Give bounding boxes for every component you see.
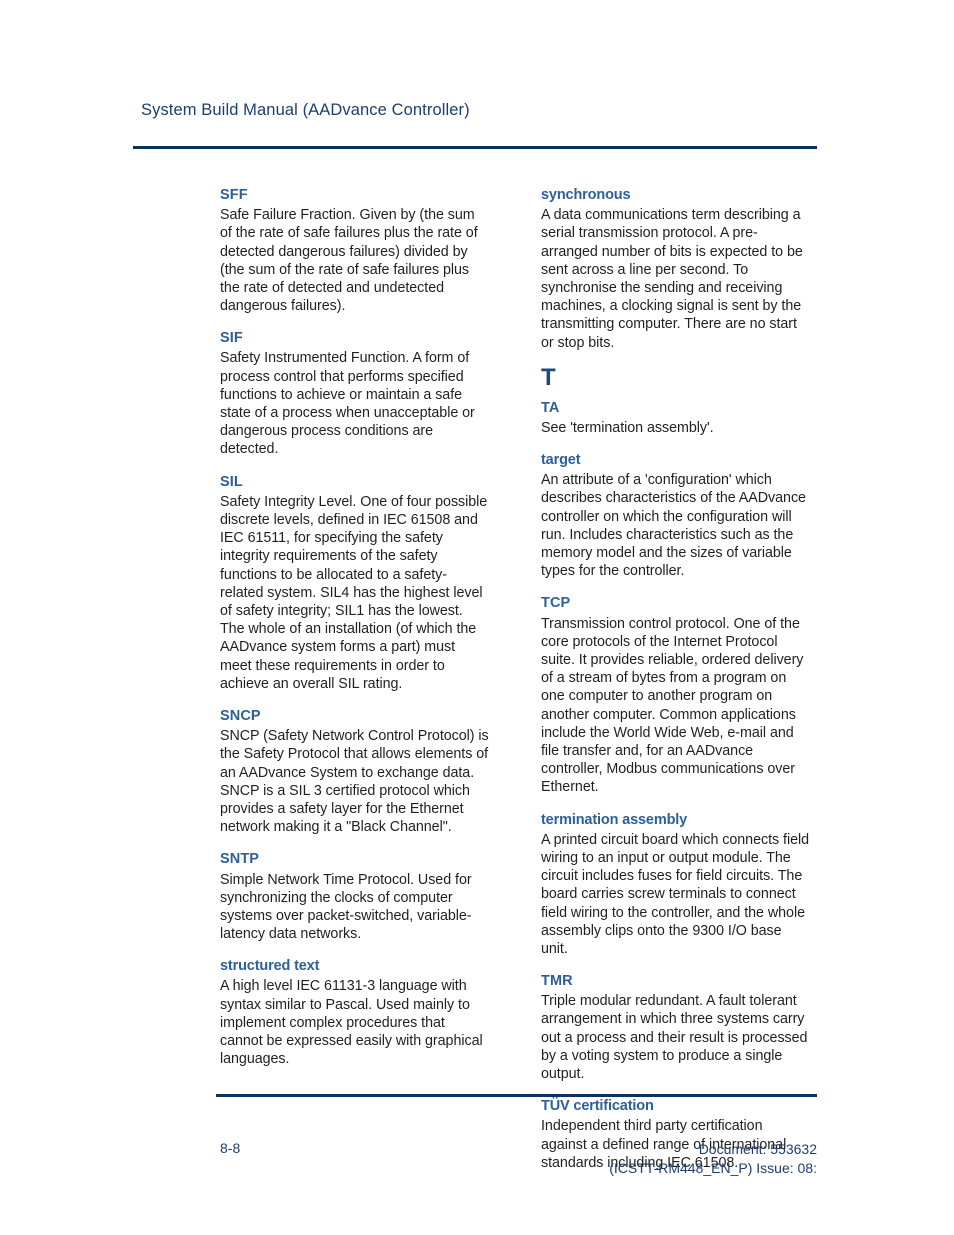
glossary-definition-termination-assembly: A printed circuit board which connects f… [541,831,809,957]
glossary-term-target: target [541,452,581,469]
glossary-letter-heading-t: T [541,363,556,391]
glossary-definition-ta: See 'termination assembly'. [541,419,714,436]
glossary-term-sif: SIF [220,330,243,347]
glossary-term-sncp: SNCP [220,708,261,725]
glossary-definition-tmr: Triple modular redundant. A fault tolera… [541,993,808,1083]
glossary-term-tuv-certification: TÜV certification [541,1098,654,1115]
glossary-term-sff: SFF [220,187,248,203]
glossary-term-tcp: TCP [541,595,571,612]
footer-document-number: Document: 553632 [698,1141,817,1157]
glossary-term-tmr: TMR [541,973,573,990]
glossary-term-sntp: SNTP [220,851,260,868]
glossary-definition-target: An attribute of a 'configuration' which … [541,472,806,580]
footer-document-reference: Document: 553632 (ICSTT-RM448_EN_P) Issu… [609,1140,817,1178]
glossary-definition-sntp: Simple Network Time Protocol. Used for s… [220,871,472,943]
glossary-term-synchronous: synchronous [541,187,631,203]
footer-divider-rule [216,1094,817,1097]
glossary-term-structured-text: structured text [220,958,320,975]
glossary-term-sil: SIL [220,473,243,490]
document-page: System Build Manual (AADvance Controller… [0,0,954,1235]
glossary-columns: SFF Safe Failure Fraction. Given by (the… [220,186,818,1171]
page-running-header: System Build Manual (AADvance Controller… [141,101,470,119]
glossary-definition-sil-part2: The whole of an installation (of which t… [220,621,477,692]
glossary-definition-synchronous: A data communications term describing a … [541,207,803,351]
footer-document-issue: (ICSTT-RM448_EN_P) Issue: 08: [609,1160,817,1176]
footer-page-number: 8-8 [220,1140,241,1156]
glossary-term-termination-assembly: termination assembly [541,811,688,828]
glossary-right-column: synchronous A data communications term d… [541,186,811,1171]
glossary-left-column: SFF Safe Failure Fraction. Given by (the… [220,186,490,1068]
glossary-term-ta: TA [541,399,560,416]
glossary-definition-tcp: Transmission control protocol. One of th… [541,615,804,796]
header-divider-rule [133,146,817,149]
glossary-definition-sncp: SNCP (Safety Network Control Protocol) i… [220,728,489,836]
glossary-definition-sil: Safety Integrity Level. One of four poss… [220,493,488,620]
glossary-definition-structured-text: A high level IEC 61131-3 language with s… [220,978,483,1068]
glossary-definition-sif: Safety Instrumented Function. A form of … [220,350,475,458]
glossary-definition-sff: Safe Failure Fraction. Given by (the sum… [220,207,478,315]
